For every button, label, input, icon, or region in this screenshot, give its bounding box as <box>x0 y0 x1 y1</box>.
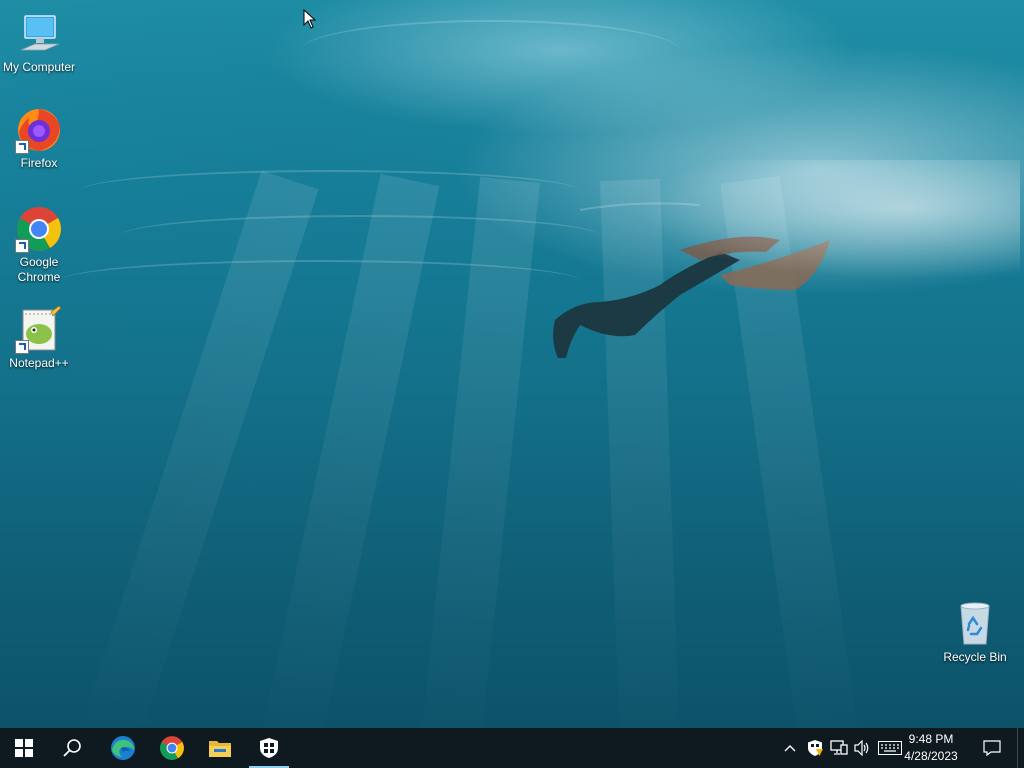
desktop-icon-recycle-bin[interactable]: Recycle Bin <box>937 600 1013 665</box>
shortcut-arrow-icon <box>15 239 29 253</box>
show-desktop-button[interactable] <box>1017 728 1024 768</box>
desktop-background <box>0 0 1024 728</box>
recycle-bin-icon <box>951 600 999 648</box>
show-hidden-icons-button[interactable] <box>780 728 800 768</box>
taskbar-clock[interactable]: 9:48 PM 4/28/2023 <box>896 731 966 765</box>
taskbar: 9:48 PM 4/28/2023 <box>0 728 1024 768</box>
security-warning-icon <box>808 740 823 756</box>
desktop-icon-google-chrome[interactable]: Google Chrome <box>1 205 77 285</box>
water-ripple <box>80 170 580 212</box>
chrome-icon <box>160 736 184 760</box>
shortcut-arrow-icon <box>15 140 29 154</box>
taskbar-file-explorer-button[interactable] <box>196 728 244 768</box>
water-ripple <box>60 260 580 302</box>
windows-security-icon <box>260 738 278 758</box>
taskbar-windows-security-button[interactable] <box>245 728 293 768</box>
search-button[interactable] <box>48 728 96 768</box>
taskbar-edge-button[interactable] <box>99 728 147 768</box>
desktop-icon-label: My Computer <box>2 60 76 74</box>
notification-icon <box>983 740 1001 756</box>
tray-network-button[interactable] <box>828 728 850 768</box>
desktop-icon-firefox[interactable]: Firefox <box>1 106 77 171</box>
start-button[interactable] <box>0 728 48 768</box>
water-ripple <box>120 215 600 257</box>
search-icon <box>63 739 81 757</box>
windows-start-icon <box>15 739 33 757</box>
clock-time: 9:48 PM <box>908 732 954 746</box>
light-ray <box>417 176 540 728</box>
desktop-icon-my-computer[interactable]: My Computer <box>1 10 77 75</box>
chrome-icon <box>15 205 63 253</box>
taskbar-chrome-button[interactable] <box>148 728 196 768</box>
computer-icon <box>15 10 63 58</box>
network-icon <box>830 740 848 755</box>
notepad-plus-plus-icon <box>15 305 63 354</box>
water-ripple <box>300 20 680 82</box>
desktop-icon-label: Recycle Bin <box>943 650 1007 664</box>
file-explorer-icon <box>209 741 231 757</box>
shortcut-arrow-icon <box>15 340 29 354</box>
chevron-up-icon <box>784 745 796 752</box>
clock-date: 4/28/2023 <box>904 749 958 763</box>
desktop-icon-label: Notepad++ <box>9 356 69 370</box>
desktop-icon-label: Firefox <box>20 156 58 170</box>
mouse-cursor-icon <box>303 9 317 29</box>
water-foam <box>640 160 1020 280</box>
desktop-icon-notepad-plus-plus[interactable]: Notepad++ <box>1 305 77 371</box>
tray-volume-button[interactable] <box>851 728 873 768</box>
edge-icon <box>111 736 135 760</box>
firefox-icon <box>15 106 63 154</box>
action-center-button[interactable] <box>972 728 1012 768</box>
desktop-icon-label: Google Chrome <box>17 255 61 284</box>
tray-security-button[interactable] <box>804 728 826 768</box>
volume-icon <box>854 740 869 756</box>
